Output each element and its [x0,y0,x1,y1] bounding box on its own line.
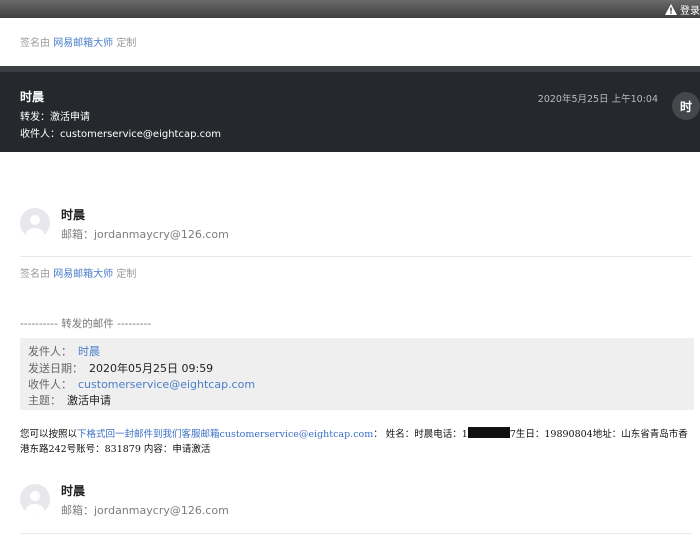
recipient-label: 收件人： [20,129,60,140]
fwd-from-row: 发件人： 时晨 [28,343,100,359]
warning-triangle-icon [665,3,677,15]
fwd-date-label: 发送日期： [28,362,83,375]
contact-email[interactable]: jordanmaycry@126.com [94,228,229,241]
mail-header: 时晨 转发：激活申请 收件人：customerservice@eightcap.… [0,72,700,152]
mail-date: 2020年5月25日 上午10:04 [537,94,658,105]
contact-email-line-2: 邮箱：jordanmaycry@126.com [61,502,229,518]
fwd-to-row: 收件人： customerservice@eightcap.com [28,376,255,392]
forwarded-mail-details: 发件人： 时晨 发送日期： 2020年05月25日 09:59 收件人： custom… [20,338,694,410]
contact-email-2[interactable]: jordanmaycry@126.com [94,504,229,517]
person-icon [26,491,44,514]
card-divider [20,256,692,257]
recipient-line: 收件人：customerservice@eightcap.com [20,125,221,140]
fwd-subject-row: 主题： 激活申请 [28,392,111,408]
signature-strip-top: 签名由 网易邮箱大师 定制 [0,18,700,68]
fwd-date-row: 发送日期： 2020年05月25日 09:59 [28,360,213,376]
top-system-bar: 登录 [0,0,700,18]
forward-subject: 激活申请 [50,112,90,123]
redaction-block [467,427,510,438]
recipient-email[interactable]: customerservice@eightcap.com [60,129,221,140]
forward-label: 转发： [20,112,50,123]
forward-subject-line: 转发：激活申请 [20,108,90,123]
signature-prefix-2: 签名由 [20,269,50,280]
contact-avatar-2[interactable] [20,484,50,514]
card-divider-2 [20,533,692,534]
signature-suffix-2: 定制 [116,269,137,280]
signature-line: 签名由 网易邮箱大师 定制 [20,34,136,49]
signature-line-2: 签名由 网易邮箱大师 定制 [20,265,136,280]
login-alert-label: 登录 [680,5,700,17]
contact-email-label: 邮箱： [61,228,94,241]
fwd-subject-value: 激活申请 [67,394,111,407]
person-icon [26,215,44,238]
fwd-to-label: 收件人： [28,378,72,391]
forwarded-mail-title: ---------- 转发的邮件 --------- [20,318,152,330]
contact-email-line: 邮箱：jordanmaycry@126.com [61,226,229,242]
mail-body: 您可以按照以下格式回一封邮件到我们客服邮箱customerservice@eig… [20,427,692,457]
signature-prefix: 签名由 [20,38,50,49]
body-mail-link[interactable]: 下格式回一封邮件到我们客服邮箱customerservice@eightcap.… [77,429,373,440]
contact-name: 时晨 [61,208,86,222]
contact-email-label-2: 邮箱： [61,504,94,517]
fwd-from-value[interactable]: 时晨 [78,345,100,358]
login-alert[interactable]: 登录 [665,1,700,17]
fwd-from-label: 发件人： [28,345,72,358]
contact-avatar[interactable] [20,208,50,238]
signature-brand-link-2[interactable]: 网易邮箱大师 [53,269,113,280]
sender-avatar[interactable]: 时 [672,92,700,120]
fwd-subject-label: 主题： [28,394,61,407]
sender-name: 时晨 [20,90,45,104]
fwd-to-value[interactable]: customerservice@eightcap.com [78,378,255,391]
body-intro: 您可以按照以 [20,429,78,440]
signature-suffix: 定制 [116,38,137,49]
signature-brand-link[interactable]: 网易邮箱大师 [53,38,113,49]
fwd-date-value: 2020年05月25日 09:59 [89,362,214,375]
contact-name-2: 时晨 [61,484,86,498]
body-after-link: ： 姓名：时晨电话： [373,429,462,440]
